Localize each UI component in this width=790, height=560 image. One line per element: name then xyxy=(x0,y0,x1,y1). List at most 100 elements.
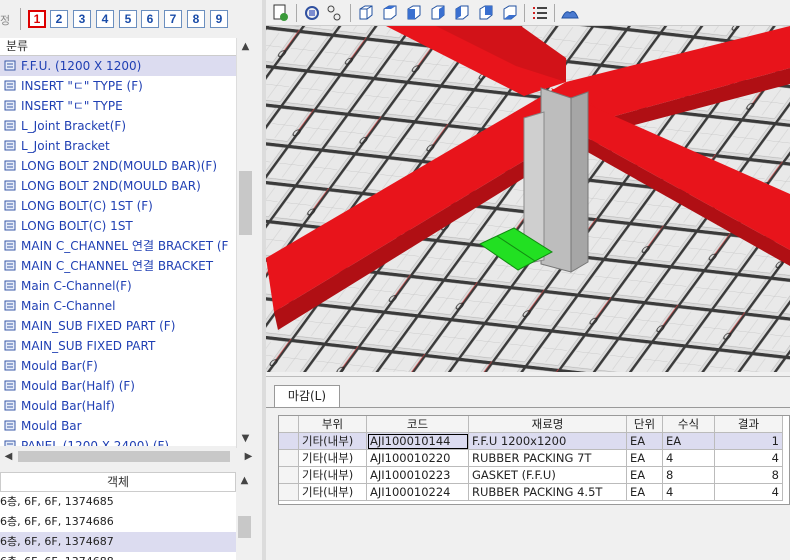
view-settings-icon[interactable] xyxy=(270,3,290,23)
cube-view-icon[interactable] xyxy=(356,3,376,23)
column-header[interactable]: 단위 xyxy=(627,416,663,433)
table-cell[interactable]: 기타(내부) xyxy=(299,467,367,484)
floor-button-2[interactable]: 2 xyxy=(50,10,68,28)
object-item[interactable]: 6층, 6F, 6F, 1374686 xyxy=(0,512,236,532)
cube-left-icon[interactable] xyxy=(452,3,472,23)
object-vertical-scrollbar[interactable]: ▲ xyxy=(236,472,253,560)
scroll-left-icon[interactable]: ◀ xyxy=(0,448,17,465)
table-cell[interactable]: 1 xyxy=(715,433,783,450)
floor-bar-divider xyxy=(20,8,21,30)
row-header-cell[interactable] xyxy=(279,416,299,433)
object-item[interactable]: 6층, 6F, 6F, 1374685 xyxy=(0,492,236,512)
category-item[interactable]: LONG BOLT 2ND(MOULD BAR)(F) xyxy=(0,156,236,176)
pan-icon[interactable] xyxy=(324,3,344,23)
category-item[interactable]: F.F.U. (1200 X 1200) xyxy=(0,56,236,76)
table-cell[interactable]: 4 xyxy=(715,450,783,467)
orbit-icon[interactable] xyxy=(302,3,322,23)
table-row[interactable]: 기타(내부) AJI100010224 RUBBER PACKING 4.5T EA 4… xyxy=(279,484,790,501)
category-item[interactable]: MAIN C_CHANNEL 연결 BRACKET (F xyxy=(0,236,236,256)
floor-button-9[interactable]: 9 xyxy=(210,10,228,28)
category-item[interactable]: L_Joint Bracket xyxy=(0,136,236,156)
tab-finish[interactable]: 마감(L) xyxy=(274,385,340,407)
table-cell[interactable]: F.F.U 1200x1200 xyxy=(469,433,627,450)
cube-top-icon[interactable] xyxy=(380,3,400,23)
category-item[interactable]: LONG BOLT(C) 1ST xyxy=(0,216,236,236)
floor-button-8[interactable]: 8 xyxy=(187,10,205,28)
row-header-cell[interactable] xyxy=(279,433,299,450)
floor-button-6[interactable]: 6 xyxy=(141,10,159,28)
column-header[interactable]: 부위 xyxy=(299,416,367,433)
category-item[interactable]: MAIN_SUB FIXED PART (F) xyxy=(0,316,236,336)
table-row[interactable]: 기타(내부) AJI100010223 GASKET (F.F.U) EA 8 8 xyxy=(279,467,790,484)
column-header[interactable]: 수식 xyxy=(663,416,715,433)
table-cell[interactable]: 4 xyxy=(663,484,715,501)
category-item[interactable]: Main C-Channel(F) xyxy=(0,276,236,296)
category-item[interactable]: MAIN C_CHANNEL 연결 BRACKET xyxy=(0,256,236,276)
scroll-down-icon[interactable]: ▼ xyxy=(237,430,254,447)
floor-button-7[interactable]: 7 xyxy=(164,10,182,28)
category-item[interactable]: Mould Bar(Half) (F) xyxy=(0,376,236,396)
table-cell[interactable]: 기타(내부) xyxy=(299,433,367,450)
cube-bottom-icon[interactable] xyxy=(500,3,520,23)
table-cell[interactable]: AJI100010220 xyxy=(367,450,469,467)
category-item[interactable]: Mould Bar(F) xyxy=(0,356,236,376)
cube-back-icon[interactable] xyxy=(476,3,496,23)
object-item[interactable]: 6층, 6F, 6F, 1374687 xyxy=(0,532,236,552)
column-header[interactable]: 코드 xyxy=(367,416,469,433)
table-cell[interactable]: EA xyxy=(627,433,663,450)
cube-right-icon[interactable] xyxy=(428,3,448,23)
category-item[interactable]: MAIN_SUB FIXED PART xyxy=(0,336,236,356)
column-header[interactable]: 결과 xyxy=(715,416,783,433)
table-cell[interactable]: EA xyxy=(627,450,663,467)
category-item[interactable]: LONG BOLT 2ND(MOULD BAR) xyxy=(0,176,236,196)
category-item[interactable]: Mould Bar(Half) xyxy=(0,396,236,416)
table-cell[interactable]: RUBBER PACKING 4.5T xyxy=(469,484,627,501)
category-header[interactable]: 분류 xyxy=(0,38,236,56)
category-scroll-thumb[interactable] xyxy=(239,171,252,235)
floor-button-5[interactable]: 5 xyxy=(119,10,137,28)
table-cell[interactable]: AJI100010224 xyxy=(367,484,469,501)
table-cell[interactable]: 기타(내부) xyxy=(299,484,367,501)
object-header[interactable]: 객체 xyxy=(0,472,236,492)
table-cell[interactable]: 8 xyxy=(663,467,715,484)
scroll-up-icon[interactable]: ▲ xyxy=(236,472,253,489)
category-item[interactable]: LONG BOLT(C) 1ST (F) xyxy=(0,196,236,216)
object-scroll-thumb[interactable] xyxy=(238,516,251,538)
table-cell[interactable]: EA xyxy=(627,467,663,484)
floor-button-4[interactable]: 4 xyxy=(96,10,114,28)
scroll-up-icon[interactable]: ▲ xyxy=(237,38,254,55)
category-item[interactable]: Main C-Channel xyxy=(0,296,236,316)
table-cell[interactable]: GASKET (F.F.U) xyxy=(469,467,627,484)
category-item[interactable]: Mould Bar xyxy=(0,416,236,436)
3d-viewport[interactable] xyxy=(266,26,790,372)
table-row[interactable]: 기타(내부) AJI100010220 RUBBER PACKING 7T EA 4 4 xyxy=(279,450,790,467)
row-header-cell[interactable] xyxy=(279,450,299,467)
table-cell[interactable]: 기타(내부) xyxy=(299,450,367,467)
table-cell[interactable]: 4 xyxy=(663,450,715,467)
category-item[interactable]: INSERT "ㄷ" TYPE xyxy=(0,96,236,116)
table-row[interactable]: 기타(내부) AJI100010144 F.F.U 1200x1200 EA EA 1 xyxy=(279,433,790,450)
floor-button-3[interactable]: 3 xyxy=(73,10,91,28)
cube-front-icon[interactable] xyxy=(404,3,424,23)
list-icon[interactable] xyxy=(530,3,550,23)
category-item[interactable]: PANEL (1200 X 2400) (F) xyxy=(0,436,236,446)
category-hscroll-thumb[interactable] xyxy=(18,451,230,462)
scroll-right-icon[interactable]: ▶ xyxy=(240,448,257,465)
category-horizontal-scrollbar[interactable]: ◀ ▶ xyxy=(0,448,262,465)
column-header[interactable]: 재료명 xyxy=(469,416,627,433)
row-header-cell[interactable] xyxy=(279,467,299,484)
category-item[interactable]: L_Joint Bracket(F) xyxy=(0,116,236,136)
table-cell[interactable]: AJI100010223 xyxy=(367,467,469,484)
terrain-icon[interactable] xyxy=(560,3,580,23)
table-cell[interactable]: EA xyxy=(663,433,715,450)
table-cell[interactable]: EA xyxy=(627,484,663,501)
table-cell[interactable]: 4 xyxy=(715,484,783,501)
table-cell[interactable]: AJI100010144 xyxy=(367,433,469,450)
floor-button-1[interactable]: 1 xyxy=(28,10,46,28)
table-cell[interactable]: 8 xyxy=(715,467,783,484)
object-item[interactable]: 6층, 6F, 6F, 1374688 xyxy=(0,552,236,560)
table-cell[interactable]: RUBBER PACKING 7T xyxy=(469,450,627,467)
category-vertical-scrollbar[interactable]: ▲ ▼ xyxy=(236,38,253,448)
category-item[interactable]: INSERT "ㄷ" TYPE (F) xyxy=(0,76,236,96)
row-header-cell[interactable] xyxy=(279,484,299,501)
